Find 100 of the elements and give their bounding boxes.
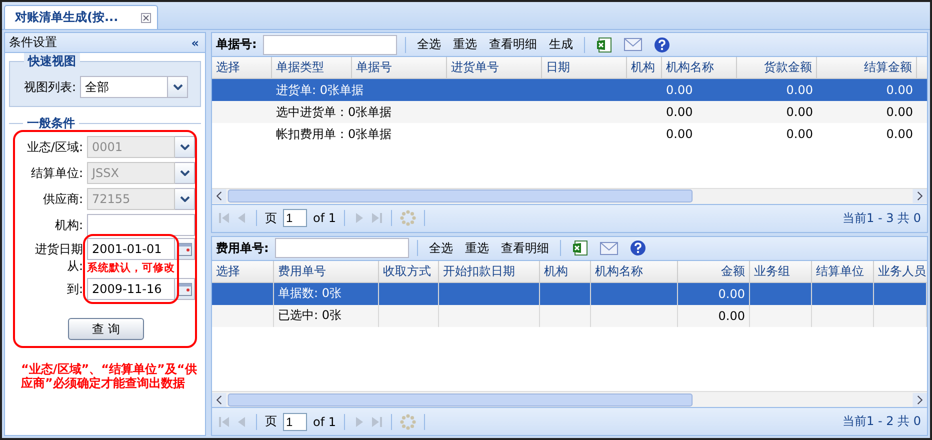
- page-count: of 1: [313, 414, 336, 428]
- caret-icon: [180, 196, 190, 202]
- caret-icon: [180, 170, 190, 176]
- column-header[interactable]: 选择: [212, 57, 272, 78]
- toolbar-button[interactable]: 全选: [414, 36, 444, 53]
- table-cell: 已选中: 0张: [274, 304, 379, 326]
- date-picker-button[interactable]: [175, 278, 195, 300]
- table-row[interactable]: 已选中: 0张 0.00: [212, 304, 927, 326]
- table-cell-text: 0.00: [885, 82, 914, 99]
- field-label: 结算单位:: [30, 165, 83, 182]
- column-header[interactable]: 金额: [678, 260, 750, 282]
- last-page-icon[interactable]: [371, 212, 384, 224]
- toolbar-button[interactable]: 生成: [546, 36, 576, 53]
- page-status: 当前1 - 3 共 0: [842, 210, 921, 226]
- page-label: 页: [265, 210, 277, 226]
- dropdown-button[interactable]: [175, 188, 195, 210]
- first-page-icon[interactable]: [218, 416, 230, 428]
- calendar-icon: [178, 282, 192, 296]
- date-picker-button[interactable]: [175, 238, 195, 260]
- dropdown-button[interactable]: [168, 76, 188, 98]
- column-header[interactable]: 结算单位: [812, 260, 874, 282]
- column-header[interactable]: 结算金额: [817, 57, 917, 78]
- last-page-icon[interactable]: [371, 416, 384, 428]
- field-label: 视图列表:: [24, 79, 76, 96]
- column-header[interactable]: 进货单号: [447, 57, 542, 78]
- page-count: of 1: [313, 211, 336, 225]
- refresh-icon[interactable]: [400, 210, 416, 226]
- table-cell-text: 0.00: [785, 104, 814, 121]
- table-cell-text: 0.00: [665, 126, 694, 143]
- next-page-icon[interactable]: [353, 416, 366, 428]
- group-legend: 快速视图: [24, 53, 80, 70]
- field-label: 机构:: [54, 217, 83, 234]
- table-cell-text: 0.00: [885, 126, 914, 143]
- dropdown-button[interactable]: [175, 162, 195, 184]
- previous-page-icon[interactable]: [236, 212, 248, 224]
- date-field[interactable]: 2001-01-01: [87, 238, 175, 260]
- table-row[interactable]: 选中进货单：0张单据 0.00 0.00 0.00: [212, 101, 927, 123]
- previous-page-icon[interactable]: [236, 416, 248, 428]
- refresh-icon[interactable]: [400, 414, 416, 430]
- first-page-icon[interactable]: [218, 212, 230, 224]
- table-cell-text: 进货单: 0张单据: [275, 82, 364, 98]
- page-status: 当前1 - 2 共 0: [842, 413, 921, 430]
- table-row[interactable]: 单据数: 0张 0.00: [212, 282, 927, 304]
- search-label: 单据号:: [216, 36, 257, 53]
- dropdown-button[interactable]: [175, 136, 195, 158]
- column-header[interactable]: 费用单号: [274, 260, 379, 282]
- page-field[interactable]: 1: [283, 209, 307, 227]
- table-cell-text: 帐扣费用单：0张单据: [275, 126, 393, 142]
- search-field[interactable]: [262, 34, 397, 54]
- column-header[interactable]: 机构名称: [591, 260, 678, 282]
- column-header[interactable]: 业务人员: [874, 260, 930, 282]
- horizontal-scrollbar[interactable]: [212, 188, 927, 204]
- next-page-icon[interactable]: [353, 212, 366, 224]
- annotation-note: “业态/区域”、“结算单位”及“供应商”必须确定才能查询出数据: [20, 361, 198, 390]
- document-tab[interactable]: 对账清单生成(按...: [4, 5, 158, 29]
- toolbar-button[interactable]: 查看明细: [486, 36, 540, 53]
- toolbar-button[interactable]: 重选: [462, 240, 492, 256]
- close-icon[interactable]: [141, 12, 151, 22]
- column-header[interactable]: 货款金额: [737, 57, 817, 78]
- calendar-icon: [178, 242, 192, 256]
- spreadsheet-icon: [596, 36, 612, 52]
- toolbar-button[interactable]: 全选: [426, 240, 456, 256]
- table-cell: 0.00: [678, 304, 750, 326]
- select-field[interactable]: 全部: [80, 76, 168, 98]
- input-field[interactable]: [87, 214, 195, 236]
- column-header[interactable]: 收取方式: [379, 260, 439, 282]
- column-header[interactable]: 单据类型: [272, 57, 352, 78]
- field-label: 到:: [66, 281, 83, 298]
- page-field[interactable]: 1: [283, 412, 307, 430]
- column-header[interactable]: 机构: [627, 57, 662, 78]
- column-header[interactable]: 日期: [542, 57, 627, 78]
- mail-icon: [600, 242, 618, 254]
- table-cell-text: 0.00: [785, 126, 814, 143]
- column-header[interactable]: 机构名称: [662, 57, 737, 78]
- table-cell-text: 0.00: [665, 82, 694, 99]
- horizontal-scrollbar[interactable]: [212, 391, 927, 407]
- search-field[interactable]: [274, 238, 409, 258]
- field-label: 供应商:: [42, 191, 83, 208]
- table-cell-text: 0.00: [785, 82, 814, 99]
- annotation-text: 系统默认，可修改: [87, 261, 176, 276]
- column-header[interactable]: 开始扣款日期: [439, 260, 540, 282]
- mail-icon: [624, 38, 642, 51]
- caret-icon: [172, 84, 182, 90]
- field-label: 从:: [66, 258, 83, 275]
- column-header[interactable]: 业务组: [750, 260, 812, 282]
- table-cell-text: 选中进货单：0张单据: [275, 104, 393, 120]
- date-field[interactable]: 2009-11-16: [87, 278, 175, 300]
- spreadsheet-icon: [572, 240, 588, 256]
- column-header[interactable]: 单据号: [352, 57, 447, 78]
- query-button[interactable]: 查 询: [68, 318, 144, 340]
- panel-title: 条件设置: [9, 34, 57, 51]
- column-header[interactable]: 机构: [540, 260, 591, 282]
- page-label: 页: [265, 413, 277, 430]
- toolbar-button[interactable]: 查看明细: [498, 240, 552, 256]
- collapse-button[interactable]: «: [191, 36, 199, 50]
- caret-icon: [180, 144, 190, 150]
- table-row[interactable]: 进货单: 0张单据 0.00 0.00 0.00: [212, 79, 927, 101]
- toolbar-button[interactable]: 重选: [450, 36, 480, 53]
- field-label: 业态/区域:: [26, 139, 83, 156]
- column-header[interactable]: 选择: [212, 260, 274, 282]
